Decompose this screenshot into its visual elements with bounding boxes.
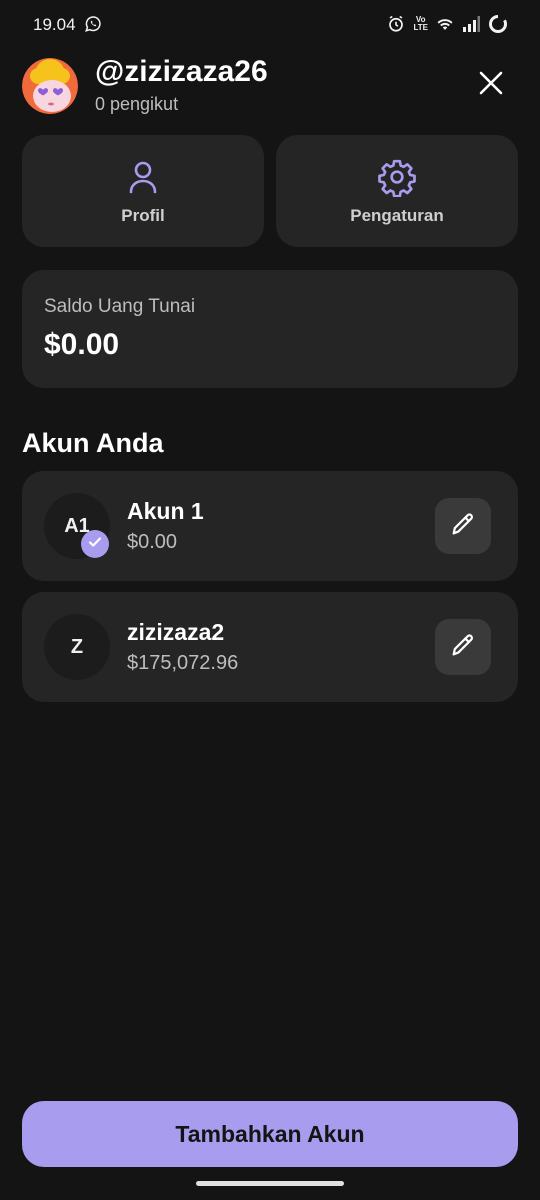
wifi-icon: [436, 16, 454, 32]
profile-avatar[interactable]: [22, 58, 78, 114]
close-button[interactable]: [472, 66, 510, 104]
home-indicator[interactable]: [196, 1181, 344, 1186]
cash-balance-value: $0.00: [44, 328, 120, 361]
settings-tile-label: Pengaturan: [350, 206, 444, 225]
edit-account-button[interactable]: [435, 619, 491, 675]
accounts-section-title: Akun Anda: [22, 428, 164, 458]
account-avatar: Z: [44, 614, 110, 680]
pencil-icon: [449, 631, 477, 664]
check-icon: [87, 534, 103, 555]
account-initials: Z: [70, 635, 84, 658]
edit-account-button[interactable]: [435, 498, 491, 554]
battery-ring-icon: [488, 14, 508, 34]
add-account-button[interactable]: Tambahkan Akun: [22, 1101, 518, 1167]
account-balance: $0.00: [127, 531, 178, 553]
signal-icon: [462, 16, 480, 32]
account-card[interactable]: A1 Akun 1 $0.00: [22, 471, 518, 581]
account-name: Akun 1: [127, 498, 204, 524]
whatsapp-icon: [84, 15, 102, 33]
account-name: zizizaza2: [127, 619, 225, 645]
status-time: 19.04: [33, 15, 76, 34]
cash-balance-card: Saldo Uang Tunai $0.00: [22, 270, 518, 388]
active-check-badge: [81, 530, 109, 558]
username: @zizizaza26: [95, 55, 268, 88]
account-balance: $175,072.96: [127, 652, 239, 674]
alarm-icon: [387, 15, 405, 33]
gear-icon: [377, 157, 417, 198]
profile-tile-label: Profil: [121, 206, 165, 225]
profile-tile-button[interactable]: Profil: [22, 135, 264, 247]
pencil-icon: [449, 510, 477, 543]
close-icon: [478, 70, 504, 101]
status-bar: 19.04 Vo LTE: [0, 0, 540, 50]
volte-icon: Vo LTE: [413, 15, 428, 32]
status-icons: Vo LTE: [387, 14, 508, 34]
cash-balance-title: Saldo Uang Tunai: [44, 296, 196, 317]
follower-count: 0 pengikut: [95, 94, 179, 114]
account-card[interactable]: Z zizizaza2 $175,072.96: [22, 592, 518, 702]
user-icon: [123, 157, 163, 197]
settings-tile-button[interactable]: Pengaturan: [276, 135, 518, 247]
